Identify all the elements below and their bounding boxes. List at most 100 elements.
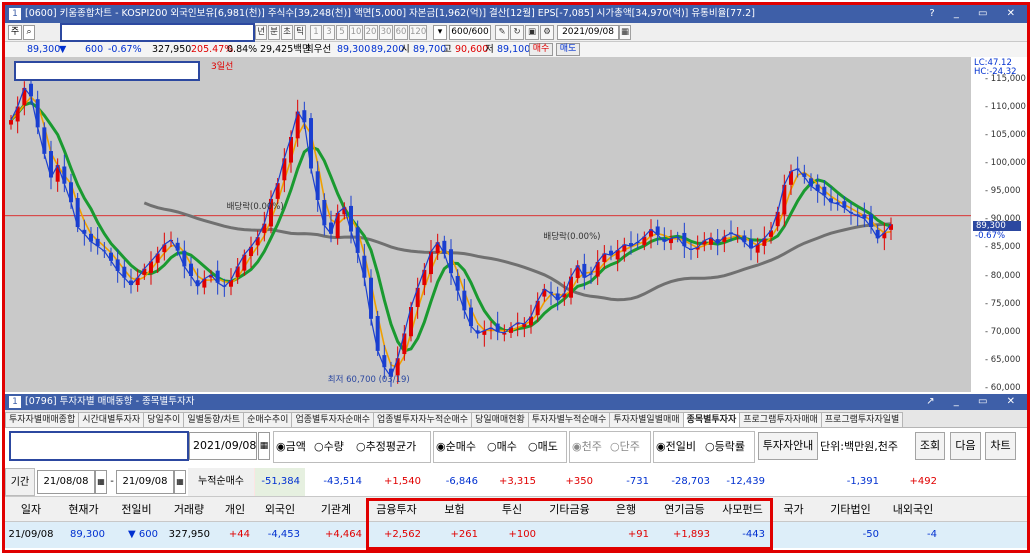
search-icon[interactable]: ⌕ xyxy=(23,25,35,40)
interval-button-120[interactable]: 120 xyxy=(409,25,427,40)
interval-button-3[interactable]: 3 xyxy=(323,25,335,40)
query-date-input[interactable]: 2021/09/08 xyxy=(189,432,257,460)
column-header[interactable]: 사모펀드 xyxy=(715,497,770,523)
column-header[interactable]: 기타법인 xyxy=(817,497,884,523)
refresh-icon[interactable]: ↻ xyxy=(510,25,524,40)
column-header[interactable]: 투신 xyxy=(483,497,541,523)
price-tick-label: - 80,000 xyxy=(985,270,1021,281)
tab-item[interactable]: 당일매매현황 xyxy=(471,412,529,427)
interval-button-1[interactable]: 1 xyxy=(310,25,322,40)
column-header[interactable]: 전일비 xyxy=(110,497,163,523)
period-year-button[interactable]: 년 xyxy=(255,25,267,40)
quote-pref-label: 최우선 xyxy=(305,44,332,55)
period-from-input[interactable]: 21/08/08 xyxy=(37,470,95,494)
calendar-icon[interactable]: ▦ xyxy=(619,25,631,40)
calendar-icon[interactable]: ▦ xyxy=(95,470,107,494)
quote-bid: 89,200 xyxy=(371,44,405,55)
quote-volume: 327,950 xyxy=(152,44,192,55)
radio-change-rate[interactable]: ○등락률 xyxy=(705,436,745,458)
stock-input[interactable] xyxy=(9,431,189,461)
column-header[interactable]: 현재가 xyxy=(57,497,110,523)
column-header[interactable]: 은행 xyxy=(598,497,654,523)
interval-button-10[interactable]: 10 xyxy=(349,25,363,40)
tab-item[interactable]: 시간대별투자자 xyxy=(78,412,145,427)
tab-item[interactable]: 투자자별누적순매수 xyxy=(527,412,611,427)
interval-button-30[interactable]: 30 xyxy=(379,25,393,40)
radio-amount[interactable]: ◉금액 xyxy=(276,436,306,458)
period-to-input[interactable]: 21/09/08 xyxy=(116,470,174,494)
period-tick-button[interactable]: 틱 xyxy=(294,25,306,40)
quote-ask: 89,300 xyxy=(337,44,371,55)
column-header[interactable]: 내외국인 xyxy=(884,497,942,523)
price-tick-label: - 110,000 xyxy=(985,101,1026,112)
investor-window-titlebar[interactable]: 1 [0796] 투자자별 매매동향 - 종목별투자자 ↗ _ ▭ ✕ xyxy=(5,394,1027,410)
window-controls[interactable]: ↗ _ ▭ ✕ xyxy=(926,394,1023,410)
radio-quantity[interactable]: ○수량 xyxy=(314,436,344,458)
tab-item[interactable]: 투자자별일별매매 xyxy=(609,412,684,427)
count-input[interactable]: 600/600 xyxy=(449,25,491,40)
radio-prev-day[interactable]: ◉전일비 xyxy=(656,436,696,458)
market-select[interactable]: 주 xyxy=(8,25,22,40)
dividend-annotation: 배당락(0.00%) xyxy=(543,231,601,242)
interval-button-20[interactable]: 20 xyxy=(364,25,378,40)
summary-value: -43,514 xyxy=(305,468,367,496)
window-controls[interactable]: ? _ ▭ ✕ xyxy=(929,5,1023,23)
calendar-icon[interactable]: ▦ xyxy=(258,432,270,460)
quote-turnover: 0.84% xyxy=(227,44,258,55)
save-icon[interactable]: ▣ xyxy=(525,25,539,40)
column-header[interactable]: 보험 xyxy=(426,497,483,523)
radio-avg-price[interactable]: ○추정평균가 xyxy=(356,436,416,458)
radio-single-shares[interactable]: ○단주 xyxy=(610,436,640,458)
tab-item[interactable]: 업종별투자자순매수 xyxy=(291,412,374,427)
buy-button[interactable]: 매수 xyxy=(529,43,553,56)
tab-item[interactable]: 투자자별매매종합 xyxy=(5,412,80,427)
query-button[interactable]: 조회 xyxy=(915,432,945,460)
period-minute-button[interactable]: 분 xyxy=(268,25,280,40)
stock-code-input[interactable] xyxy=(60,23,255,42)
column-header[interactable]: 외국인 xyxy=(255,497,305,523)
chart-date-input[interactable]: 2021/09/08 xyxy=(557,25,619,40)
price-chart[interactable]: 3일선 - 115,000- 110,000- 105,000- 100,000… xyxy=(5,57,1027,393)
column-header[interactable]: 국가 xyxy=(770,497,817,523)
radio-net-buy[interactable]: ◉순매수 xyxy=(436,436,476,458)
sell-button[interactable]: 매도 xyxy=(556,43,580,56)
chart-toolbar: 주 ⌕ 년 분 초 틱 1 3 5 10 20 30 60 120 ▾ 600/… xyxy=(5,23,1027,42)
column-header[interactable]: 기관계 xyxy=(305,497,367,523)
column-header[interactable]: 연기금등 xyxy=(654,497,715,523)
dropdown-arrow-icon[interactable]: ▾ xyxy=(433,25,447,40)
radio-buy[interactable]: ○매수 xyxy=(487,436,517,458)
table-cell: +91 xyxy=(627,529,649,540)
tab-item[interactable]: 순매수추이 xyxy=(243,412,293,427)
gear-icon[interactable]: ⚙ xyxy=(540,25,554,40)
calendar-icon[interactable]: ▦ xyxy=(174,470,186,494)
tab-item[interactable]: 종목별투자자 xyxy=(682,412,741,427)
chart-button[interactable]: 차트 xyxy=(985,432,1016,460)
tab-item[interactable]: 업종별투자자누적순매수 xyxy=(373,412,473,427)
investor-guide-button[interactable]: 투자자안내 xyxy=(758,432,818,460)
tab-item[interactable]: 일별동향/차트 xyxy=(183,412,245,427)
radio-sell[interactable]: ○매도 xyxy=(528,436,558,458)
period-second-button[interactable]: 초 xyxy=(281,25,293,40)
column-header[interactable]: 일자 xyxy=(5,497,57,523)
next-button[interactable]: 다음 xyxy=(950,432,981,460)
legend-ma3: 3일선 xyxy=(211,62,234,72)
column-header[interactable]: 개인 xyxy=(215,497,255,523)
tab-item[interactable]: 프로그램투자자일별 xyxy=(820,412,904,427)
chart-tool-icon[interactable]: ✎ xyxy=(495,25,509,40)
table-row[interactable]: 21/09/08 89,300 ▼ 600 327,950 +44 -4,453 +4,46… xyxy=(5,522,1027,548)
quote-open: 89,700 xyxy=(413,44,447,55)
tab-item[interactable]: 당일추이 xyxy=(143,412,185,427)
tab-item[interactable]: 프로그램투자자매매 xyxy=(739,412,822,427)
column-header[interactable]: 기타금융 xyxy=(541,497,598,523)
summary-value: +350 xyxy=(541,468,598,496)
column-header[interactable]: 금융투자 xyxy=(367,497,426,523)
column-header[interactable]: 거래량 xyxy=(163,497,215,523)
interval-button-60[interactable]: 60 xyxy=(394,25,408,40)
quote-high-label: 고 xyxy=(443,44,452,55)
price-tick-label: - 75,000 xyxy=(985,298,1021,309)
chart-window-titlebar[interactable]: 1 [0600] 키움종합차트 - KOSPI200 외국인보유[6,981(천)… xyxy=(5,5,1027,23)
candle-body xyxy=(262,223,267,233)
cumulative-summary-row: 기간 21/08/08 ▦ - 21/09/08 ▦ 누적순매수 +95,797… xyxy=(5,468,1027,496)
radio-thousand-shares[interactable]: ◉천주 xyxy=(572,436,602,458)
interval-button-5[interactable]: 5 xyxy=(336,25,348,40)
